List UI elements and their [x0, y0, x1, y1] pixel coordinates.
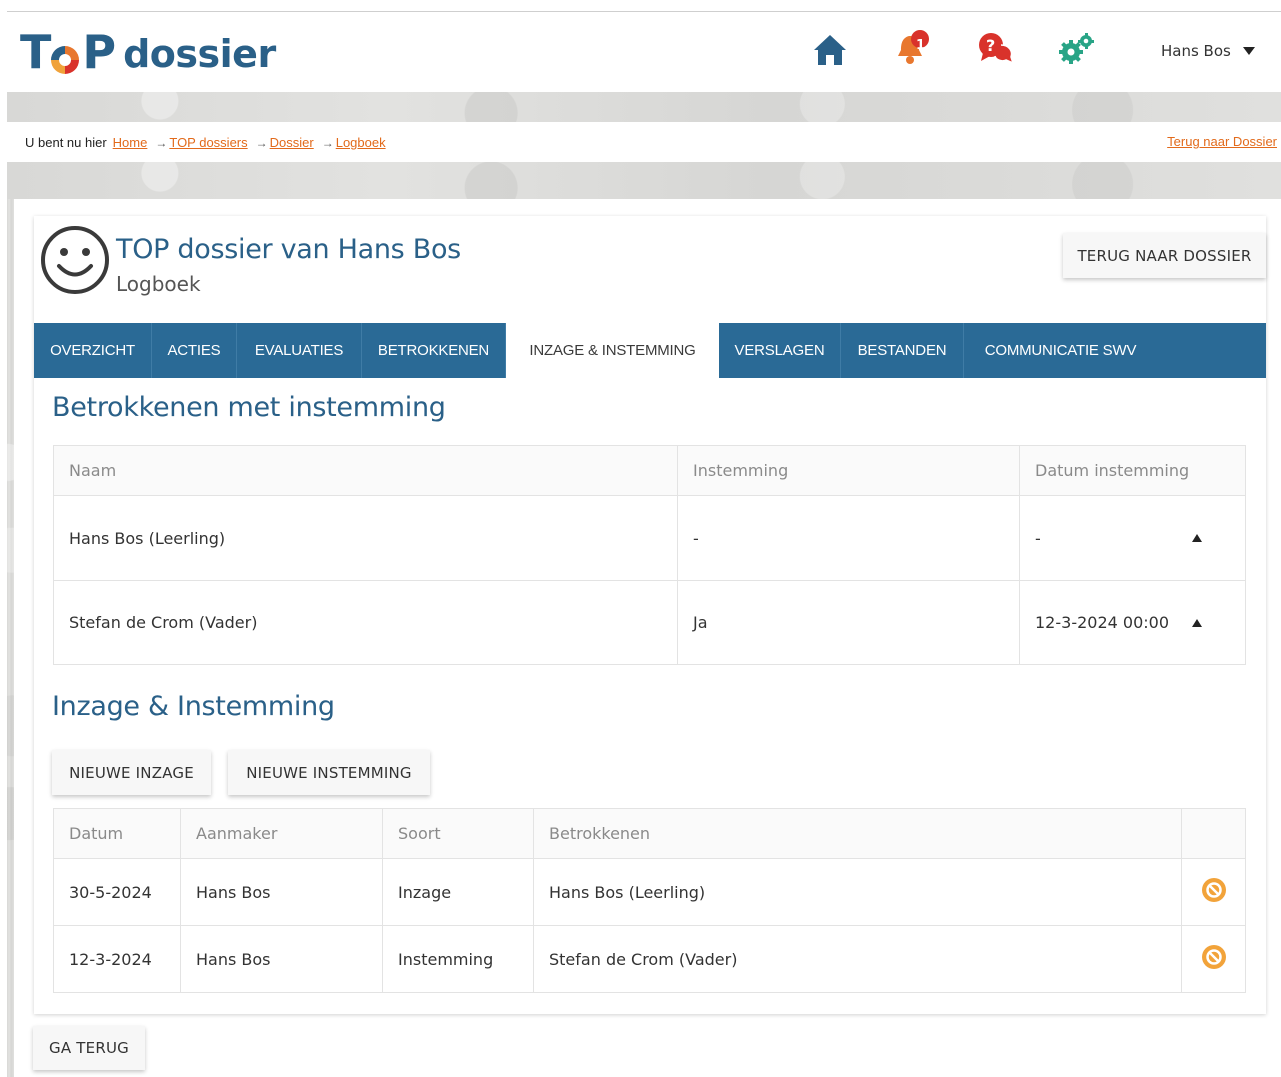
cell-aanmaker: Hans Bos	[180, 925, 383, 993]
breadcrumb: U bent nu hier Home → TOP dossiers → Dos…	[25, 135, 386, 150]
consent-section-title: Betrokkenen met instemming	[52, 392, 446, 423]
breadcrumb-arrow-icon: →	[255, 135, 268, 150]
delete-icon[interactable]	[1201, 877, 1227, 903]
table-header-row: Naam Instemming Datum instemming	[53, 445, 1246, 496]
page-title: TOP dossier van Hans Bos	[116, 234, 461, 265]
breadcrumb-logboek[interactable]: Logboek	[336, 135, 386, 150]
cell-aanmaker: Hans Bos	[180, 858, 383, 926]
tab-communicatie-swv[interactable]: COMMUNICATIE SWV	[964, 323, 1157, 378]
texture-band-bottom	[7, 162, 1281, 199]
cell-datum-value: 12-3-2024 00:00	[1035, 613, 1169, 632]
breadcrumb-prefix: U bent nu hier	[25, 135, 107, 150]
breadcrumb-arrow-icon: →	[155, 135, 168, 150]
cell-actions	[1181, 925, 1246, 993]
expand-row-icon[interactable]	[1192, 534, 1202, 542]
cell-datum: -	[1019, 495, 1246, 581]
smiley-avatar-icon	[41, 226, 109, 294]
page-subtitle: Logboek	[116, 272, 201, 296]
column-header-naam[interactable]: Naam	[53, 445, 678, 496]
log-section-title: Inzage & Instemming	[52, 691, 335, 722]
texture-side	[7, 199, 14, 1077]
tab-bar: OVERZICHT ACTIES EVALUATIES BETROKKENEN …	[34, 323, 1266, 378]
table-row: Stefan de Crom (Vader) Ja 12-3-2024 00:0…	[53, 580, 1246, 665]
column-header-soort[interactable]: Soort	[382, 808, 534, 859]
logo-mark: T P	[20, 25, 116, 79]
column-header-actions	[1181, 808, 1246, 859]
new-inzage-button[interactable]: NIEUWE INZAGE	[52, 750, 211, 795]
cell-naam: Stefan de Crom (Vader)	[53, 580, 678, 665]
texture-band-top	[7, 92, 1281, 122]
breadcrumb-bar: U bent nu hier Home → TOP dossiers → Dos…	[7, 122, 1281, 162]
go-back-button[interactable]: GA TERUG	[33, 1026, 145, 1070]
chevron-down-icon	[1242, 47, 1255, 55]
consent-table: Naam Instemming Datum instemming Hans Bo…	[53, 445, 1246, 665]
table-header-row: Datum Aanmaker Soort Betrokkenen	[53, 808, 1246, 859]
logo-word: dossier	[123, 32, 276, 76]
tab-overzicht[interactable]: OVERZICHT	[34, 323, 152, 378]
expand-row-icon[interactable]	[1192, 618, 1202, 627]
app-logo[interactable]: T P dossier	[20, 25, 276, 79]
cell-instemming: -	[677, 495, 1020, 581]
column-header-datum-instemming[interactable]: Datum instemming	[1019, 445, 1246, 496]
column-header-instemming[interactable]: Instemming	[677, 445, 1020, 496]
column-header-datum[interactable]: Datum	[53, 808, 181, 859]
breadcrumb-dossier[interactable]: Dossier	[270, 135, 314, 150]
table-row: 30-5-2024 Hans Bos Inzage Hans Bos (Leer…	[53, 858, 1246, 926]
notification-count: 1	[916, 38, 926, 53]
settings-gears-icon[interactable]	[1057, 30, 1097, 70]
help-chat-icon[interactable]: ?	[975, 29, 1015, 69]
delete-icon[interactable]	[1201, 944, 1227, 970]
tab-verslagen[interactable]: VERSLAGEN	[719, 323, 841, 378]
top-header: T P dossier 1 ? Hans Bos	[7, 12, 1281, 92]
cell-naam: Hans Bos (Leerling)	[53, 495, 678, 581]
user-menu[interactable]: Hans Bos	[1161, 42, 1255, 60]
tab-evaluaties[interactable]: EVALUATIES	[237, 323, 362, 378]
cell-datum-value: -	[1035, 528, 1041, 548]
log-table: Datum Aanmaker Soort Betrokkenen 30-5-20…	[53, 808, 1246, 993]
tab-betrokkenen[interactable]: BETROKKENEN	[362, 323, 506, 378]
tab-bestanden[interactable]: BESTANDEN	[841, 323, 964, 378]
back-to-dossier-link[interactable]: Terug naar Dossier	[1167, 134, 1277, 149]
table-row: 12-3-2024 Hans Bos Instemming Stefan de …	[53, 925, 1246, 993]
logo-circle-icon	[51, 46, 80, 74]
cell-instemming: Ja	[677, 580, 1020, 665]
notification-bell-icon[interactable]: 1	[893, 28, 933, 68]
user-name: Hans Bos	[1161, 42, 1231, 60]
cell-betrokkenen: Stefan de Crom (Vader)	[533, 925, 1182, 993]
tab-acties[interactable]: ACTIES	[152, 323, 237, 378]
cell-datum: 12-3-2024 00:00	[1019, 580, 1246, 665]
svg-text:?: ?	[986, 36, 995, 55]
cell-datum: 30-5-2024	[53, 858, 181, 926]
cell-betrokkenen: Hans Bos (Leerling)	[533, 858, 1182, 926]
cell-datum: 12-3-2024	[53, 925, 181, 993]
cell-soort: Instemming	[382, 925, 534, 993]
column-header-aanmaker[interactable]: Aanmaker	[180, 808, 383, 859]
breadcrumb-home[interactable]: Home	[113, 135, 148, 150]
table-row: Hans Bos (Leerling) - -	[53, 495, 1246, 581]
cell-actions	[1181, 858, 1246, 926]
back-to-dossier-button[interactable]: TERUG NAAR DOSSIER	[1063, 233, 1266, 278]
breadcrumb-top-dossiers[interactable]: TOP dossiers	[169, 135, 247, 150]
breadcrumb-arrow-icon: →	[321, 135, 334, 150]
cell-soort: Inzage	[382, 858, 534, 926]
column-header-betrokkenen[interactable]: Betrokkenen	[533, 808, 1182, 859]
home-icon[interactable]	[810, 30, 850, 70]
tab-inzage-instemming[interactable]: INZAGE & INSTEMMING	[506, 323, 719, 378]
new-instemming-button[interactable]: NIEUWE INSTEMMING	[228, 750, 430, 795]
